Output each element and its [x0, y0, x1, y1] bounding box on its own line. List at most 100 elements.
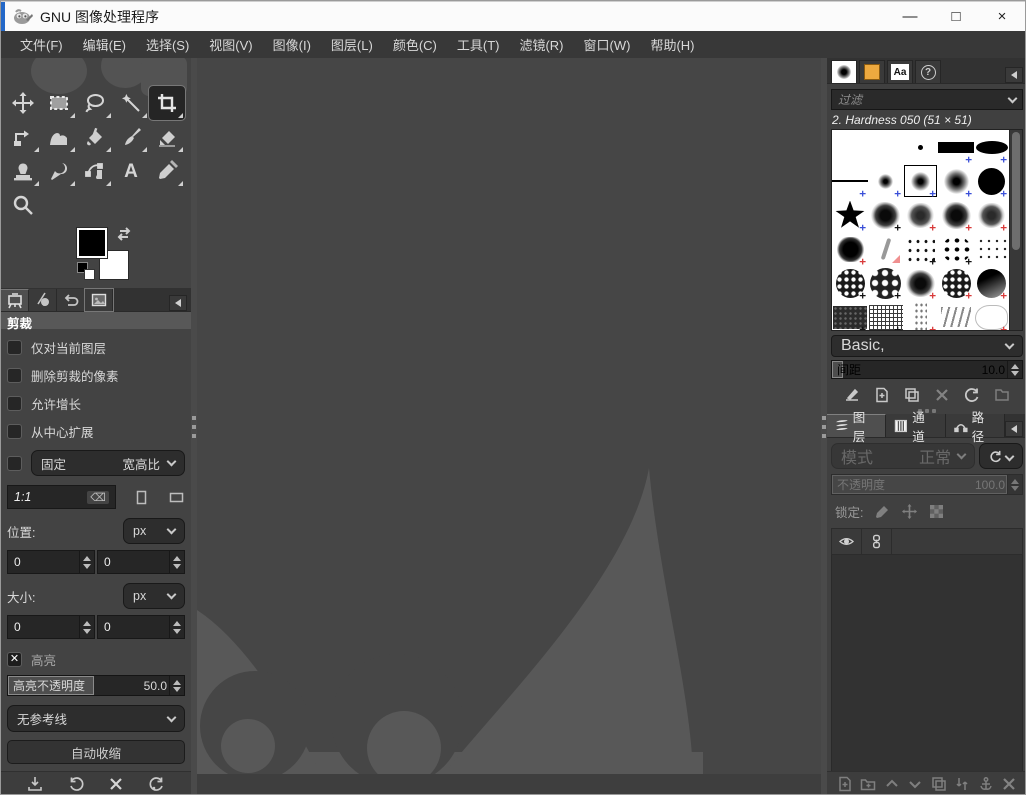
brush-item[interactable]: + — [903, 164, 938, 200]
brush-item[interactable]: + — [903, 232, 938, 268]
brush-item[interactable]: + — [868, 266, 903, 302]
menu-image[interactable]: 图像(I) — [264, 31, 320, 58]
spin-up-icon[interactable] — [83, 620, 91, 626]
tab-undo-history[interactable] — [57, 289, 85, 311]
menu-file[interactable]: 文件(F) — [11, 31, 72, 58]
gradient-tool-button[interactable] — [41, 120, 77, 154]
brush-item[interactable]: + — [938, 130, 974, 166]
brush-item[interactable]: + — [903, 300, 938, 330]
splitter-grip[interactable] — [822, 416, 826, 442]
brush-item[interactable]: + — [974, 130, 1009, 166]
spin-up-icon[interactable] — [1011, 363, 1019, 369]
size-width-spinner[interactable]: 0 — [7, 615, 95, 639]
bucket-fill-tool-button[interactable] — [77, 120, 113, 154]
rectangle-select-tool-button[interactable] — [41, 86, 77, 120]
brush-item[interactable]: + — [903, 266, 938, 302]
option-highlight[interactable]: ✕ 高亮 — [7, 650, 185, 669]
spin-up-icon[interactable] — [173, 679, 181, 685]
tab-tool-options[interactable] — [1, 289, 29, 311]
checkbox[interactable] — [7, 455, 22, 471]
left-dock-menu-button[interactable] — [169, 295, 187, 311]
spin-up-icon[interactable] — [173, 555, 181, 561]
spacing-slider[interactable]: 间距 10.0 — [831, 360, 1023, 379]
brush-dock-menu-button[interactable] — [1005, 67, 1023, 83]
reset-tool-options-button[interactable] — [149, 776, 165, 792]
menu-view[interactable]: 视图(V) — [200, 31, 261, 58]
spin-down-icon[interactable] — [173, 686, 181, 692]
clear-icon[interactable]: ⌫ — [87, 490, 109, 504]
default-colors-icon[interactable] — [77, 262, 95, 280]
menu-help[interactable]: 帮助(H) — [641, 31, 703, 58]
spin-down-icon[interactable] — [83, 563, 91, 569]
brush-item[interactable]: + — [938, 164, 974, 200]
fixed-aspect-dropdown[interactable]: 固定 宽高比 — [31, 450, 185, 476]
size-unit-dropdown[interactable]: px — [123, 583, 185, 609]
spin-down-icon[interactable] — [1011, 370, 1019, 376]
tab-help[interactable]: ? — [915, 60, 941, 83]
clone-tool-button[interactable] — [5, 154, 41, 188]
tab-brushes[interactable] — [831, 60, 857, 83]
menu-filters[interactable]: 滤镜(R) — [510, 31, 572, 58]
tab-channels[interactable]: 通道 — [886, 411, 946, 444]
checkbox[interactable] — [7, 340, 22, 355]
maximize-button[interactable]: □ — [933, 2, 979, 31]
color-picker-tool-button[interactable] — [149, 154, 185, 188]
checkbox[interactable] — [7, 424, 22, 439]
menu-windows[interactable]: 窗口(W) — [575, 31, 640, 58]
paintbrush-tool-button[interactable] — [113, 120, 149, 154]
restore-tool-preset-button[interactable] — [68, 776, 84, 792]
smudge-tool-button[interactable] — [41, 154, 77, 188]
brush-item[interactable]: + — [832, 300, 868, 330]
scrollbar-thumb[interactable] — [1012, 132, 1020, 250]
transform-tool-button[interactable] — [5, 120, 41, 154]
size-height-spinner[interactable]: 0 — [97, 615, 185, 639]
swap-colors-icon[interactable] — [117, 226, 133, 242]
brush-item[interactable]: + — [938, 198, 974, 234]
spin-up-icon[interactable] — [173, 620, 181, 626]
zoom-tool-button[interactable] — [5, 188, 41, 222]
eraser-tool-button[interactable] — [149, 120, 185, 154]
landscape-orientation-button[interactable] — [167, 487, 185, 507]
brush-item[interactable]: + — [832, 266, 868, 302]
brush-item[interactable]: + — [974, 300, 1009, 330]
tab-paths[interactable]: 路径 — [945, 411, 1006, 444]
paths-tool-button[interactable] — [77, 154, 113, 188]
menu-layer[interactable]: 图层(L) — [322, 31, 382, 58]
brush-filter-input[interactable]: 过滤 — [831, 89, 1023, 110]
brush-item[interactable] — [868, 232, 903, 266]
menu-edit[interactable]: 编辑(E) — [74, 31, 135, 58]
free-select-tool-button[interactable] — [77, 86, 113, 120]
duplicate-brush-button[interactable] — [904, 387, 920, 403]
mode-group-button[interactable] — [979, 443, 1023, 469]
brush-item[interactable]: + — [832, 198, 868, 234]
checkbox[interactable] — [7, 368, 22, 383]
brush-item[interactable]: + — [868, 164, 903, 200]
spin-down-icon[interactable] — [83, 628, 91, 634]
menu-select[interactable]: 选择(S) — [137, 31, 198, 58]
brush-item[interactable]: + — [903, 198, 938, 234]
layer-list-empty[interactable] — [831, 555, 1023, 794]
tab-image-thumbnail[interactable] — [84, 288, 114, 312]
tab-fonts[interactable]: Aa — [887, 60, 913, 83]
spin-down-icon[interactable] — [173, 563, 181, 569]
brush-item[interactable]: + — [974, 164, 1009, 200]
auto-shrink-button[interactable]: 自动收缩 — [7, 740, 185, 764]
spin-up-icon[interactable] — [83, 555, 91, 561]
brush-item[interactable] — [832, 130, 868, 164]
option-allow-growing[interactable]: 允许增长 — [7, 394, 185, 413]
position-y-spinner[interactable]: 0 — [97, 550, 185, 574]
edit-brush-button[interactable] — [844, 387, 860, 403]
highlight-opacity-slider[interactable]: 高亮不透明度 50.0 — [7, 675, 185, 696]
brush-group-dropdown[interactable]: Basic, — [831, 335, 1023, 357]
brush-item[interactable]: + — [974, 198, 1009, 234]
option-expand-from-center[interactable]: 从中心扩展 — [7, 422, 185, 441]
fuzzy-select-tool-button[interactable] — [113, 86, 149, 120]
minimize-button[interactable]: — — [887, 2, 933, 31]
brush-item[interactable] — [903, 130, 938, 164]
brush-item[interactable]: + — [938, 266, 974, 302]
splitter-grip[interactable] — [192, 416, 196, 442]
guides-dropdown[interactable]: 无参考线 — [7, 705, 185, 732]
brush-item[interactable]: + — [832, 164, 868, 200]
brush-item[interactable]: + — [938, 232, 974, 268]
position-unit-dropdown[interactable]: px — [123, 518, 185, 544]
